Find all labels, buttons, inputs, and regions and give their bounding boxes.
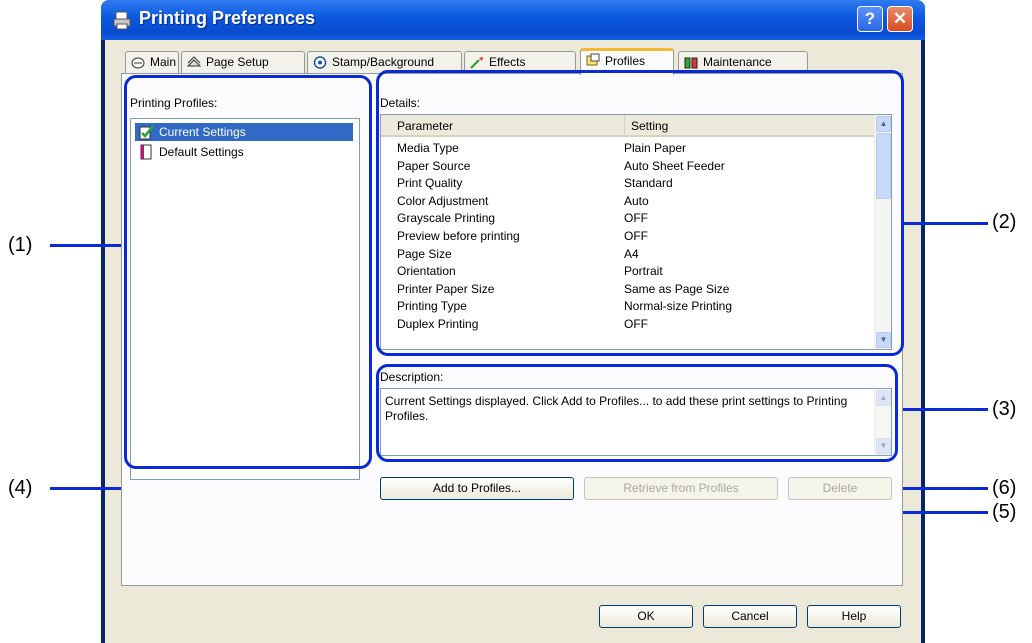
- tab-label: Profiles: [605, 54, 646, 68]
- callout-box-3: [376, 364, 898, 462]
- callout-number-4: (4): [8, 477, 33, 499]
- page-setup-icon: [187, 56, 201, 67]
- tab-label: Main: [150, 55, 177, 69]
- callout-line-3: [896, 408, 988, 411]
- tab-main[interactable]: Main: [125, 51, 179, 73]
- profiles-icon: [586, 53, 600, 66]
- tab-label: Stamp/Background: [332, 55, 435, 69]
- tab-page-setup[interactable]: Page Setup: [181, 51, 305, 73]
- callout-number-6: (6): [992, 477, 1017, 499]
- tab-label: Effects: [489, 55, 526, 69]
- tab-label: Maintenance: [703, 55, 772, 69]
- callout-line-2: [902, 222, 988, 225]
- window-title: Printing Preferences: [139, 8, 316, 28]
- stamp-icon: [313, 56, 327, 69]
- question-icon: ?: [864, 9, 876, 28]
- callout-number-2: (2): [992, 211, 1017, 233]
- ok-button[interactable]: OK: [599, 605, 693, 628]
- main-icon: [131, 57, 145, 69]
- close-icon: ✕: [892, 9, 908, 28]
- callout-box-2: [376, 70, 904, 356]
- callout-number-5: (5): [992, 501, 1017, 523]
- close-button[interactable]: ✕: [887, 6, 913, 32]
- help-button[interactable]: Help: [807, 605, 901, 628]
- delete-button[interactable]: Delete: [788, 477, 892, 500]
- title-bar[interactable]: Printing Preferences ? ✕: [101, 0, 925, 40]
- cancel-button[interactable]: Cancel: [703, 605, 797, 628]
- maintenance-icon: [684, 57, 698, 69]
- callout-number-3: (3): [992, 398, 1017, 420]
- callout-line-1: [50, 244, 126, 247]
- add-to-profiles-button[interactable]: Add to Profiles...: [380, 477, 574, 500]
- retrieve-from-profiles-button[interactable]: Retrieve from Profiles: [584, 477, 778, 500]
- callout-number-1: (1): [8, 234, 33, 256]
- printer-icon: [113, 11, 131, 30]
- effects-icon: [470, 57, 483, 69]
- callout-box-1: [124, 75, 372, 469]
- help-title-button[interactable]: ?: [857, 6, 883, 32]
- tab-label: Page Setup: [206, 55, 269, 69]
